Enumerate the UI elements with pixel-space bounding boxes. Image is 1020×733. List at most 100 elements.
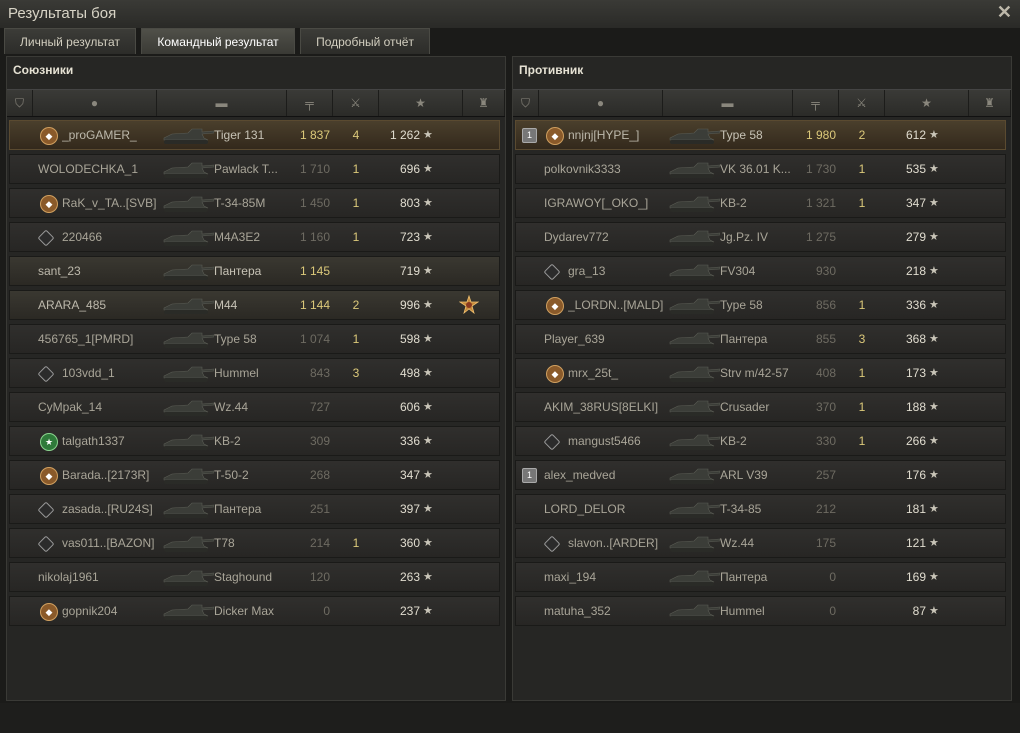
damage-value: 268 (309, 468, 330, 482)
player-row[interactable]: CyMpak_14 Wz.44 727 606 ★ (9, 392, 500, 422)
xp-star-icon: ★ (929, 401, 939, 413)
xp-icon[interactable]: ★ (885, 90, 969, 116)
player-row[interactable]: sant_23 Пантера 1 145 719 ★ (9, 256, 500, 286)
tank-icon (664, 498, 721, 520)
xp-star-icon: ★ (929, 265, 939, 277)
xp-star-icon: ★ (929, 537, 939, 549)
player-row[interactable]: Dydarev772 Jg.Pz. IV 1 275 279 ★ (515, 222, 1006, 252)
player-name: 220466 (62, 230, 103, 244)
damage-value: 1 275 (805, 230, 836, 244)
player-row[interactable]: 103vdd_1 Hummel 843 3 498 ★ (9, 358, 500, 388)
xp-star-icon: ★ (423, 197, 433, 209)
tank-icon[interactable]: ▬ (157, 90, 287, 116)
kills-value (842, 563, 882, 591)
player-row[interactable]: AKIM_38RUS[8ELKI] Crusader 370 1 188 ★ (515, 392, 1006, 422)
player-row[interactable]: ◆ Barada..[2173R] T-50-2 268 347 ★ (9, 460, 500, 490)
player-row[interactable]: ◆ _proGAMER_ Tiger 131 1 837 4 1 262 ★ (9, 120, 500, 150)
tank-icon (158, 192, 215, 214)
tank-name: Type 58 (720, 298, 763, 312)
player-row[interactable]: ARARA_485 M44 1 144 2 996 ★ (9, 290, 500, 320)
tab-personal-result[interactable]: Личный результат (4, 28, 136, 54)
player-row[interactable]: WOLODECHKA_1 Pawlack T... 1 710 1 696 ★ (9, 154, 500, 184)
kills-value (336, 427, 376, 455)
kills-value: 1 (352, 196, 360, 210)
xp-star-icon: ★ (423, 503, 433, 515)
tank-name: Dicker Max (214, 604, 275, 618)
xp-value: 173 (905, 366, 926, 380)
player-row[interactable]: LORD_DELOR T-34-85 212 181 ★ (515, 494, 1006, 524)
player-row[interactable]: IGRAWOY[_OKO_] KB-2 1 321 1 347 ★ (515, 188, 1006, 218)
tank-name: T78 (214, 536, 235, 550)
player-row[interactable]: nikolaj1961 Staghound 120 263 ★ (9, 562, 500, 592)
tank-icon[interactable]: ▬ (663, 90, 793, 116)
damage-value: 214 (309, 536, 330, 550)
player-row[interactable]: ◆ _LORDN..[MALD] Type 58 856 1 336 ★ (515, 290, 1006, 320)
player-row[interactable]: 220466 M4A3E2 1 160 1 723 ★ (9, 222, 500, 252)
tank-icon (664, 430, 721, 452)
player-row[interactable]: 1 ◆ nnjnj[HYPE_] Type 58 1 980 2 612 ★ (515, 120, 1006, 150)
damage-icon[interactable]: ╤ (287, 90, 333, 116)
kills-icon[interactable]: ⚔ (839, 90, 885, 116)
player-icon[interactable]: ● (539, 90, 663, 116)
close-icon[interactable]: ✕ (997, 2, 1012, 23)
tank-name: Strv m/42-57 (720, 366, 789, 380)
tank-icon (664, 124, 721, 146)
xp-icon[interactable]: ★ (379, 90, 463, 116)
kills-icon[interactable]: ⚔ (333, 90, 379, 116)
damage-value: 1 321 (805, 196, 836, 210)
player-name: mangust5466 (568, 434, 641, 448)
player-row[interactable]: ★ talgath1337 KB-2 309 336 ★ (9, 426, 500, 456)
tank-name: M4A3E2 (214, 230, 261, 244)
player-row[interactable]: Player_639 Пантера 855 3 368 ★ (515, 324, 1006, 354)
player-name: _proGAMER_ (62, 128, 137, 142)
shield-icon[interactable]: ⛉ (513, 90, 539, 116)
player-row[interactable]: vas011..[BAZON] T78 214 1 360 ★ (9, 528, 500, 558)
player-row[interactable]: zasada..[RU24S] Пантера 251 397 ★ (9, 494, 500, 524)
tank-name: Wz.44 (720, 536, 755, 550)
xp-value: 188 (905, 400, 926, 414)
player-row[interactable]: maxi_194 Пантера 0 169 ★ (515, 562, 1006, 592)
tank-name: FV304 (720, 264, 756, 278)
kills-value (842, 495, 882, 523)
tank-name: Пантера (720, 570, 768, 584)
medal-icon[interactable]: ♜ (969, 90, 1011, 116)
tab-detailed-report[interactable]: Подробный отчёт (300, 28, 430, 54)
player-name: alex_medved (544, 468, 616, 482)
tank-icon (158, 328, 215, 350)
player-row[interactable]: ◆ RaK_v_TA..[SVB] T-34-85M 1 450 1 803 ★ (9, 188, 500, 218)
clan-emblem-icon: ◆ (546, 127, 564, 145)
player-name: polkovnik3333 (544, 162, 621, 176)
xp-star-icon: ★ (929, 503, 939, 515)
player-row[interactable]: ◆ mrx_25t_ Strv m/42-57 408 1 173 ★ (515, 358, 1006, 388)
shield-icon[interactable]: ⛉ (7, 90, 33, 116)
xp-value: 266 (905, 434, 926, 448)
tank-name: Crusader (720, 400, 770, 414)
damage-icon[interactable]: ╤ (793, 90, 839, 116)
kills-value (336, 461, 376, 489)
damage-value: 843 (309, 366, 330, 380)
damage-value: 1 730 (805, 162, 836, 176)
player-row[interactable]: polkovnik3333 VK 36.01 K... 1 730 1 535 ★ (515, 154, 1006, 184)
tank-icon (158, 396, 215, 418)
xp-value: 169 (905, 570, 926, 584)
damage-value: 1 710 (299, 162, 330, 176)
player-row[interactable]: 1 alex_medved ARL V39 257 176 ★ (515, 460, 1006, 490)
tank-name: M44 (214, 298, 238, 312)
medal-icon[interactable]: ♜ (463, 90, 505, 116)
xp-value: 336 (399, 434, 420, 448)
player-row[interactable]: slavon..[ARDER] Wz.44 175 121 ★ (515, 528, 1006, 558)
tank-name: Tiger 131 (214, 128, 265, 142)
tab-team-result[interactable]: Командный результат (141, 28, 295, 54)
player-name: WOLODECHKA_1 (38, 162, 139, 176)
player-row[interactable]: mangust5466 KB-2 330 1 266 ★ (515, 426, 1006, 456)
enemies-table-header: ⛉ ● ▬ ╤ ⚔ ★ ♜ (513, 89, 1011, 117)
player-icon[interactable]: ● (33, 90, 157, 116)
xp-star-icon: ★ (929, 571, 939, 583)
kills-value: 1 (858, 400, 866, 414)
player-row[interactable]: 456765_1[PMRD] Type 58 1 074 1 598 ★ (9, 324, 500, 354)
damage-value: 1 145 (299, 264, 330, 278)
rank-diamond-icon (37, 501, 55, 519)
player-row[interactable]: gra_13 FV304 930 218 ★ (515, 256, 1006, 286)
player-row[interactable]: ◆ gopnik204 Dicker Max 0 237 ★ (9, 596, 500, 626)
player-row[interactable]: matuha_352 Hummel 0 87 ★ (515, 596, 1006, 626)
